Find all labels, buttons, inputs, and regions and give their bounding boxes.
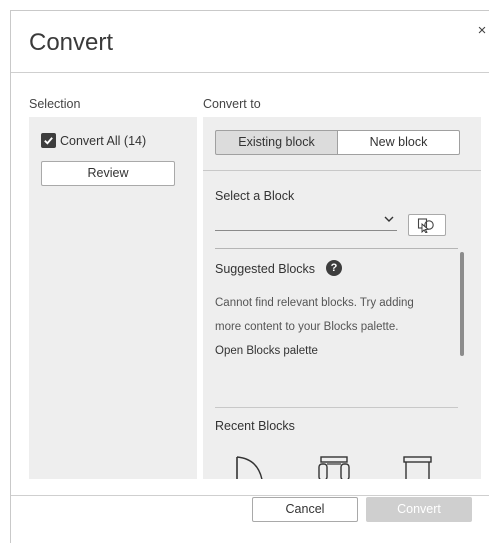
select-divider bbox=[215, 248, 458, 249]
convert-dialog: Convert × Selection Convert to Convert A… bbox=[10, 10, 489, 543]
convert-button[interactable]: Convert bbox=[366, 497, 472, 522]
footer-divider bbox=[11, 495, 489, 496]
convert-to-label: Convert to bbox=[203, 97, 261, 111]
door-block-icon[interactable] bbox=[231, 455, 267, 479]
suggested-message-line1: Cannot find relevant blocks. Try adding bbox=[215, 297, 414, 309]
close-icon[interactable]: × bbox=[474, 23, 489, 39]
selection-panel: Convert All (14) Review bbox=[29, 117, 197, 479]
pick-block-button[interactable] bbox=[408, 214, 446, 236]
selection-label: Selection bbox=[29, 97, 81, 111]
pick-from-drawing-icon bbox=[417, 218, 434, 233]
chair-block-icon[interactable] bbox=[316, 455, 352, 479]
suggested-blocks-label: Suggested Blocks bbox=[215, 262, 316, 276]
scrollbar-thumb[interactable] bbox=[460, 252, 464, 356]
recent-divider bbox=[215, 407, 458, 408]
cancel-button[interactable]: Cancel bbox=[252, 497, 358, 522]
chevron-down-icon bbox=[384, 216, 394, 222]
desk-block-icon[interactable] bbox=[399, 455, 435, 479]
convert-to-panel: Existing block New block Select a Block … bbox=[203, 117, 481, 479]
suggestions-scrollbar[interactable] bbox=[460, 252, 464, 479]
header-divider bbox=[11, 72, 489, 73]
open-blocks-palette-link[interactable]: Open Blocks palette bbox=[215, 345, 318, 357]
review-button[interactable]: Review bbox=[41, 161, 175, 186]
select-block-label: Select a Block bbox=[215, 189, 295, 203]
checkbox-checked-icon[interactable] bbox=[41, 133, 56, 148]
recent-blocks-label: Recent Blocks bbox=[215, 419, 295, 433]
tab-new-block[interactable]: New block bbox=[337, 130, 460, 155]
help-icon[interactable]: ? bbox=[326, 260, 342, 276]
tabs-divider bbox=[203, 170, 481, 171]
dialog-title: Convert bbox=[29, 29, 114, 56]
convert-all-label: Convert All (14) bbox=[60, 133, 147, 148]
tab-existing-block[interactable]: Existing block bbox=[215, 130, 338, 155]
suggested-message-line2: more content to your Blocks palette. bbox=[215, 321, 399, 333]
convert-all-checkbox[interactable]: Convert All (14) bbox=[41, 133, 146, 148]
block-select-dropdown[interactable] bbox=[215, 211, 397, 231]
